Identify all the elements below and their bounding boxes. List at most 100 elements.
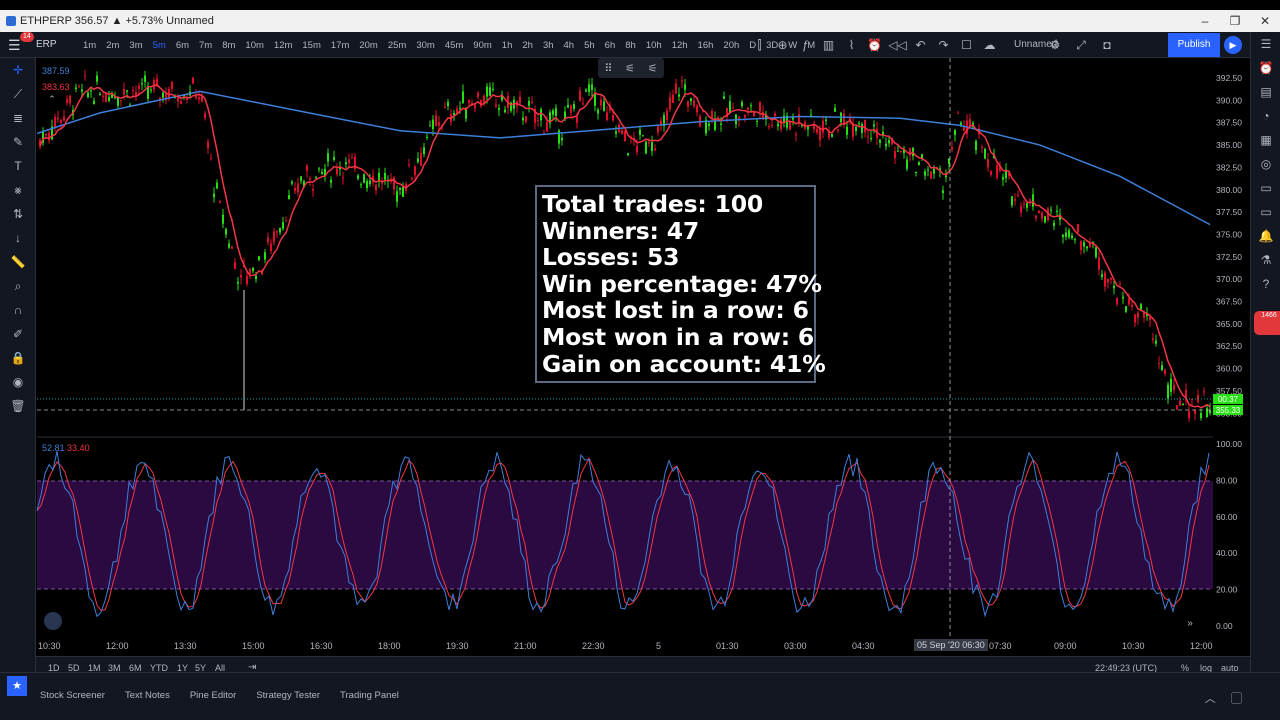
candle-body <box>504 109 506 113</box>
bottom-tab-pine-editor[interactable]: Pine Editor <box>190 690 236 704</box>
osc-axis: 100.00 80.00 60.00 40.00 20.00 0.00 <box>1216 439 1242 631</box>
candle-body <box>591 84 593 90</box>
candle-body <box>414 166 416 175</box>
time-tick: 01:30 <box>716 641 739 651</box>
candle-body <box>636 146 638 153</box>
help-icon[interactable]: ? <box>1251 272 1280 296</box>
maximize-panel-icon[interactable]: ▢ <box>1231 693 1242 705</box>
collapse-legend-icon[interactable]: ⌃ <box>48 94 56 104</box>
candle-body <box>603 101 605 111</box>
candle-body <box>675 83 677 94</box>
time-axis[interactable]: 10:30 12:00 13:30 15:00 16:30 18:00 19:30 21:00… <box>36 636 1250 656</box>
candle-body <box>384 172 386 180</box>
candle-body <box>411 178 413 180</box>
candle-body <box>81 89 83 92</box>
time-tick: 13:30 <box>174 641 197 651</box>
alerts-icon[interactable]: ⏰ <box>1251 56 1280 80</box>
candle-body <box>561 137 563 141</box>
price-tick: 370.00 <box>1216 274 1242 284</box>
candle-body <box>192 77 194 84</box>
candle-body <box>678 94 680 97</box>
candle-body <box>546 121 548 132</box>
object-tree-icon[interactable]: ⠿ <box>604 62 612 75</box>
candle-body <box>483 95 485 103</box>
candle-body <box>315 177 317 179</box>
candle-body <box>873 124 875 127</box>
candle-body <box>492 88 494 90</box>
candle-body <box>240 275 242 278</box>
bottom-tab-stock-screener[interactable]: Stock Screener <box>40 690 105 704</box>
candle-body <box>870 137 872 139</box>
close-button[interactable]: ✕ <box>1250 10 1280 32</box>
candle-body <box>63 116 65 121</box>
filter-icon[interactable]: ⚟ <box>625 62 635 75</box>
candle-body <box>237 281 239 284</box>
candle-body <box>861 123 863 133</box>
filter-alt-icon[interactable]: ⚟ <box>648 62 658 75</box>
stat-total-trades: Total trades: 100 <box>542 190 764 218</box>
candle-body <box>1020 206 1022 213</box>
calendar-icon[interactable]: ▦ <box>1251 128 1280 152</box>
bottom-panel: ★ Stock Screener Text Notes Pine Editor Str… <box>0 672 1280 720</box>
candle-body <box>1131 304 1133 307</box>
candle-body <box>1098 257 1100 270</box>
candle-body <box>807 126 809 130</box>
osc-tick: 60.00 <box>1216 512 1238 522</box>
candle-body <box>537 120 539 122</box>
candle-body <box>666 110 668 120</box>
candle-body <box>330 179 332 183</box>
candle-body <box>621 130 623 134</box>
candle-body <box>459 107 461 109</box>
notifications-icon[interactable]: 🔔 <box>1251 224 1280 248</box>
candle-body <box>1041 212 1043 219</box>
candle-body <box>669 97 671 110</box>
data-window-icon[interactable]: ▤ <box>1251 80 1280 104</box>
candle-body <box>162 92 164 98</box>
bottom-tab-text-notes[interactable]: Text Notes <box>125 690 170 704</box>
candle-body <box>351 157 353 159</box>
bottom-tab-strategy-tester[interactable]: Strategy Tester <box>256 690 320 704</box>
candle-body <box>195 96 197 98</box>
candle-body <box>363 174 365 183</box>
streams-icon[interactable]: ▭ <box>1251 176 1280 200</box>
price-tick: 392.50 <box>1216 73 1242 83</box>
candle-body <box>720 123 722 125</box>
candle-body <box>1137 312 1139 318</box>
candle-body <box>144 75 146 82</box>
watchlist-icon[interactable]: ☰ <box>1251 32 1280 56</box>
osc-tick: 40.00 <box>1216 548 1238 558</box>
candle-body <box>207 141 209 149</box>
ma-legend: 387.59 383.63 <box>42 63 70 95</box>
candle-body <box>900 150 902 152</box>
favorites-star-icon[interactable]: ★ <box>7 676 27 696</box>
candle-body <box>1140 303 1142 310</box>
candle-body <box>816 128 818 133</box>
candle-body <box>126 90 128 92</box>
price-tick: 382.50 <box>1216 162 1242 172</box>
candle-body <box>1113 285 1115 289</box>
chat-icon[interactable]: ▭ <box>1251 200 1280 224</box>
candle-body <box>951 146 953 150</box>
candle-body <box>120 100 122 102</box>
trade-stats-box: Total trades: 100 Winners: 47 Losses: 53… <box>535 185 826 383</box>
price-tick: 380.00 <box>1216 185 1242 195</box>
candle-body <box>780 119 782 130</box>
bottom-tab-trading-panel[interactable]: Trading Panel <box>340 690 399 704</box>
candle-body <box>1128 298 1130 305</box>
expand-panel-icon[interactable]: ︿ <box>1205 693 1216 705</box>
candle-body <box>888 140 890 144</box>
time-tick: 07:30 <box>989 641 1012 651</box>
candle-body <box>1149 317 1151 321</box>
hotlist-icon[interactable]: ◔ <box>1251 104 1280 128</box>
time-tick: 09:00 <box>1054 641 1077 651</box>
dom-icon[interactable]: ⚗ <box>1251 248 1280 272</box>
ideas-icon[interactable]: ◎ <box>1251 152 1280 176</box>
candle-body <box>375 184 377 191</box>
candle-body <box>123 89 125 95</box>
candle-body <box>90 90 92 92</box>
candle-body <box>432 119 434 129</box>
candle-body <box>747 107 749 110</box>
candle-body <box>540 109 542 121</box>
candle-body <box>213 193 215 198</box>
scroll-right-icon[interactable]: » <box>1187 618 1193 629</box>
